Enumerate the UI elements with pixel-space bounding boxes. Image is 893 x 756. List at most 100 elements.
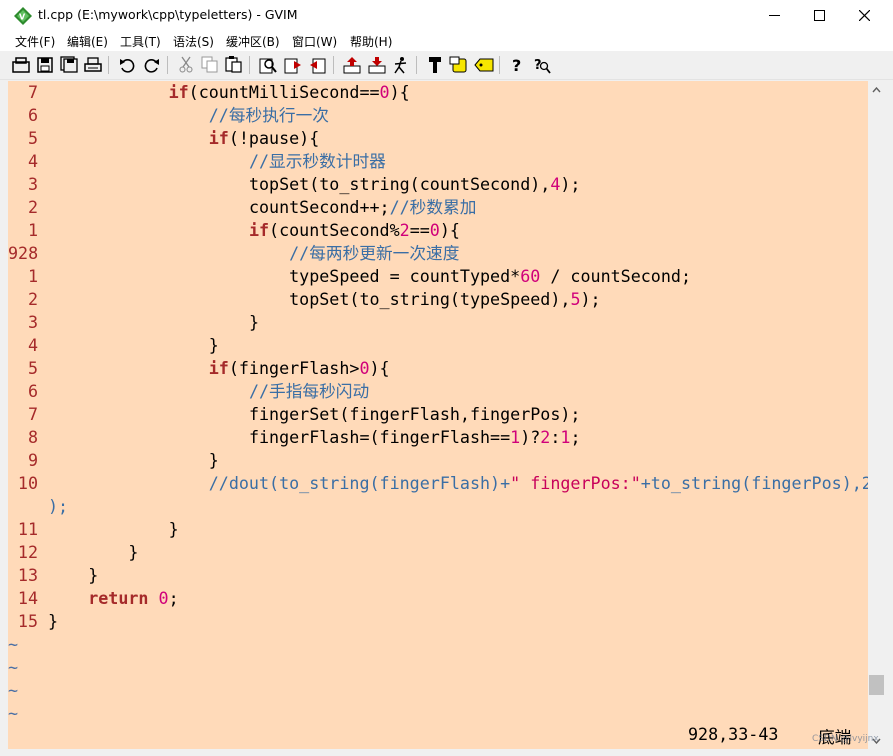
code-text: } xyxy=(48,564,98,587)
line-number: 9 xyxy=(27,450,38,470)
code-comment: +to_string(fingerPos),2 xyxy=(640,473,868,493)
code-text: ); xyxy=(48,495,68,518)
find-next-button[interactable] xyxy=(282,54,303,75)
cursor-ruler: 928,33-43 xyxy=(688,724,779,744)
scroll-thumb[interactable] xyxy=(869,675,884,695)
code-text: fingerSet(fingerFlash,fingerPos); xyxy=(48,403,581,426)
save-session-button[interactable] xyxy=(366,54,387,75)
code-token: : xyxy=(550,427,561,447)
find-help-button[interactable]: ? xyxy=(531,54,552,75)
code-number: 60 xyxy=(520,266,541,286)
save-session-icon xyxy=(368,56,385,73)
toolbar-separator xyxy=(108,56,109,74)
menu-file[interactable]: 文件(F) xyxy=(15,33,55,50)
code-token: ; xyxy=(570,427,581,447)
run-script-button[interactable] xyxy=(390,54,411,75)
help-button[interactable]: ? xyxy=(506,54,527,75)
code-comment: //每两秒更新一次速度 xyxy=(289,243,460,263)
make-button[interactable] xyxy=(424,54,445,75)
code-text: if(countSecond%2==0){ xyxy=(48,219,460,242)
close-icon xyxy=(858,10,870,21)
code-token: (!pause){ xyxy=(228,128,320,148)
line-number: 7 xyxy=(27,82,38,102)
shell-button[interactable] xyxy=(448,54,469,75)
find-replace-button[interactable] xyxy=(257,54,278,75)
menu-buffers[interactable]: 缓冲区(B) xyxy=(226,33,280,50)
menu-tools[interactable]: 工具(T) xyxy=(120,33,161,50)
tag-jump-button[interactable] xyxy=(473,54,494,75)
line-number: 4 xyxy=(27,335,38,355)
find-next-icon xyxy=(284,58,301,73)
redo-button[interactable] xyxy=(141,54,162,75)
title-bar[interactable]: V tl.cpp (E:\mywork\cpp\typeletters) - G… xyxy=(0,0,893,31)
save-all-button[interactable] xyxy=(58,54,79,75)
maximize-button[interactable] xyxy=(796,0,842,31)
code-comment: ); xyxy=(48,496,69,516)
code-text: } xyxy=(48,610,58,633)
code-token: } xyxy=(208,335,219,355)
load-session-button[interactable] xyxy=(341,54,362,75)
vertical-scrollbar[interactable] xyxy=(868,81,885,749)
open-icon xyxy=(11,56,30,73)
find-prev-button[interactable] xyxy=(307,54,328,75)
menu-help[interactable]: 帮助(H) xyxy=(350,33,392,50)
line-number: 11 xyxy=(17,519,38,539)
code-number: 4 xyxy=(550,174,561,194)
code-token: ){ xyxy=(439,220,460,240)
code-text: if(!pause){ xyxy=(48,127,320,150)
code-token: topSet(to_string(countSecond), xyxy=(248,174,551,194)
code-text: } xyxy=(48,311,259,334)
minimize-button[interactable] xyxy=(751,0,797,31)
redo-icon xyxy=(144,58,159,73)
code-token: (countSecond% xyxy=(269,220,400,240)
menu-window[interactable]: 窗口(W) xyxy=(292,33,337,50)
code-keyword: if xyxy=(208,128,229,148)
code-text: //每两秒更新一次速度 xyxy=(48,242,459,265)
open-button[interactable] xyxy=(10,54,31,75)
code-token: ){ xyxy=(389,82,410,102)
line-number: 2 xyxy=(27,197,38,217)
empty-line-tilde: ~ xyxy=(8,703,19,723)
code-keyword: if xyxy=(248,220,270,240)
line-number: 12 xyxy=(17,542,38,562)
copy-button[interactable] xyxy=(199,54,220,75)
code-token: / countSecond; xyxy=(540,266,691,286)
toolbar-separator xyxy=(167,56,168,74)
vim-app-icon: V xyxy=(14,7,32,25)
paste-icon xyxy=(225,56,242,73)
code-token: (fingerFlash> xyxy=(228,358,360,378)
svg-text:?: ? xyxy=(512,56,521,74)
code-token: ); xyxy=(560,174,581,194)
code-keyword: if xyxy=(168,82,189,102)
editor-text-area[interactable]: 928,33-43 底端 7 if(countMilliSecond==0){6… xyxy=(8,81,868,749)
line-number: 6 xyxy=(27,105,38,125)
code-text: if(countMilliSecond==0){ xyxy=(48,81,410,104)
undo-button[interactable] xyxy=(116,54,137,75)
find-replace-icon xyxy=(259,58,277,73)
line-number: 7 xyxy=(27,404,38,424)
save-button[interactable] xyxy=(34,54,55,75)
code-number: 0 xyxy=(429,220,440,240)
line-number: 3 xyxy=(27,312,38,332)
cut-button[interactable] xyxy=(175,54,196,75)
toolbar-separator xyxy=(249,56,250,74)
close-button[interactable] xyxy=(841,0,887,31)
undo-icon xyxy=(119,58,134,73)
print-button[interactable] xyxy=(82,54,103,75)
paste-button[interactable] xyxy=(223,54,244,75)
gvim-window: V tl.cpp (E:\mywork\cpp\typeletters) - G… xyxy=(0,0,893,756)
scroll-up-button[interactable] xyxy=(868,81,885,98)
code-text: topSet(to_string(typeSpeed),5); xyxy=(48,288,600,311)
line-number: 4 xyxy=(27,151,38,171)
menu-edit[interactable]: 编辑(E) xyxy=(67,33,108,50)
line-number: 8 xyxy=(27,427,38,447)
menu-syntax[interactable]: 语法(S) xyxy=(173,33,214,50)
